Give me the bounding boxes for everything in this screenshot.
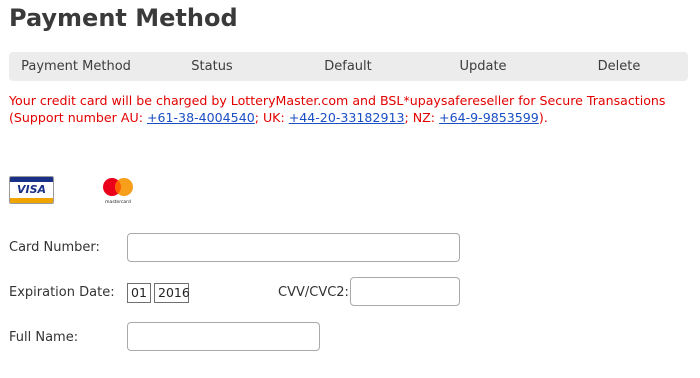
full-name-label: Full Name: (9, 330, 79, 345)
mastercard-wordmark: mastercard (105, 199, 131, 205)
au-phone-link[interactable]: +61-38-4004540 (147, 110, 255, 125)
page-title: Payment Method (9, 4, 238, 32)
cvv-label: CVV/CVC2: (278, 285, 349, 300)
expiration-date-label: Expiration Date: (9, 285, 115, 300)
visa-band-bottom (10, 198, 53, 203)
column-header-update: Update (459, 59, 507, 74)
billing-notice: Your credit card will be charged by Lott… (9, 92, 695, 126)
column-header-delete: Delete (597, 59, 641, 74)
expiration-year-select[interactable]: 2016 (154, 283, 190, 303)
card-number-input[interactable] (127, 233, 460, 262)
card-number-label: Card Number: (9, 240, 100, 255)
nz-phone-link[interactable]: +64-9-9853599 (439, 110, 539, 125)
billing-notice-line2: (Support number AU: +61-38-4004540; UK: … (9, 109, 695, 126)
nz-separator: ; NZ: (404, 110, 440, 125)
support-prefix: (Support number AU: (9, 110, 147, 125)
column-header-status: Status (191, 59, 233, 74)
payment-methods-table-header: Payment Method Status Default Update Del… (9, 52, 688, 81)
uk-separator: ; UK: (254, 110, 289, 125)
expiration-month-select[interactable]: 01 (127, 283, 151, 303)
cvv-input[interactable] (350, 277, 460, 306)
column-header-payment-method: Payment Method (21, 59, 131, 74)
support-suffix: ). (538, 110, 548, 125)
visa-logo: VISA (9, 176, 54, 204)
full-name-input[interactable] (127, 322, 320, 351)
column-header-default: Default (324, 59, 372, 74)
mastercard-logo: mastercard (103, 178, 133, 205)
uk-phone-link[interactable]: +44-20-33182913 (289, 110, 405, 125)
billing-notice-line1: Your credit card will be charged by Lott… (9, 93, 666, 108)
visa-band-top (10, 177, 53, 182)
visa-logo-text: VISA (16, 183, 47, 196)
